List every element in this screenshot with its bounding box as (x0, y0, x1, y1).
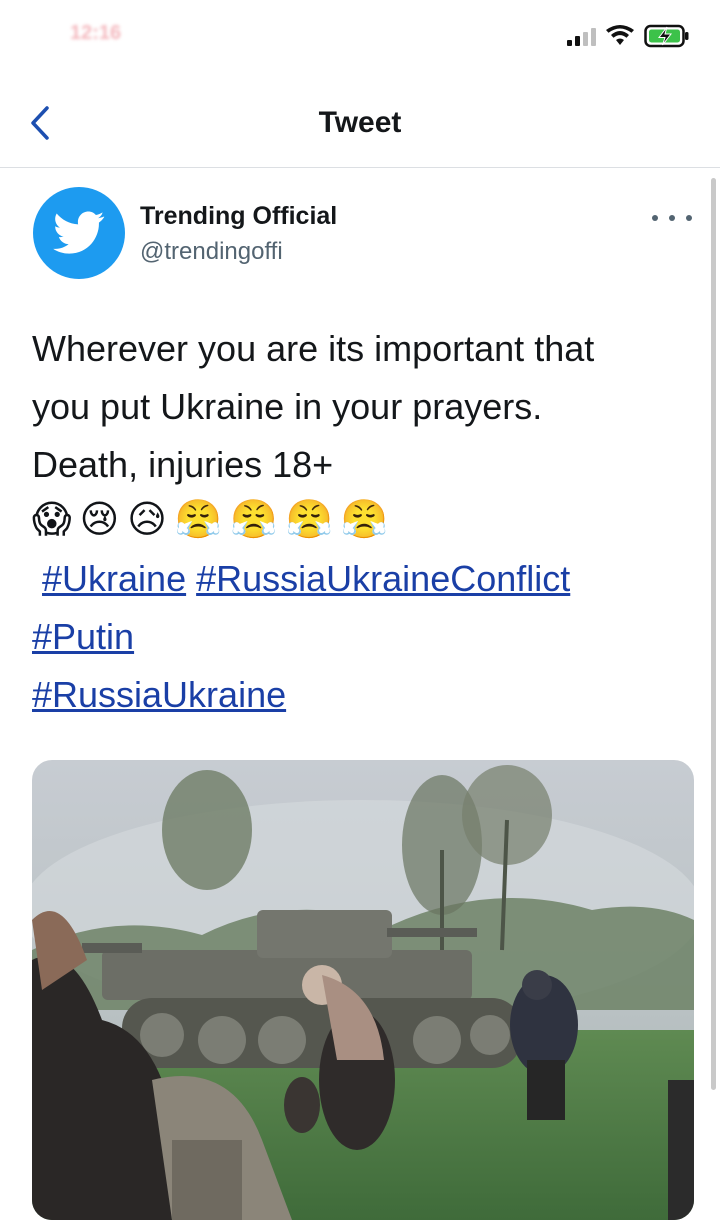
steam-face-emoji: 😤 (285, 497, 333, 541)
hashtag-russia-ukraine-conflict[interactable]: #RussiaUkraineConflict (196, 558, 570, 599)
hashtag-ukraine[interactable]: #Ukraine (42, 558, 186, 599)
twitter-bird-icon (53, 211, 105, 254)
hashtags: #Ukraine #RussiaUkraineConflict #Putin #… (32, 550, 692, 724)
status-icons (567, 24, 690, 48)
video-thumbnail-image (32, 760, 694, 1220)
tweet-text-line: you put Ukraine in your prayers. (32, 386, 543, 427)
more-horizontal-icon (652, 215, 658, 221)
wifi-icon (606, 25, 634, 45)
scroll-indicator[interactable] (711, 178, 716, 1090)
emoji-row: 😱 😢 😥 😤 😤 😤 😤 (32, 494, 388, 546)
screaming-face-emoji: 😱 (32, 497, 72, 541)
tweet-text-line: Death, injuries 18+ (32, 444, 334, 485)
status-bar: 12:16 (0, 0, 720, 70)
tweet-text-line: Wherever you are its important that (32, 328, 595, 369)
battery-charging-icon (644, 24, 689, 48)
tweet-text: Wherever you are its important that you … (32, 320, 692, 494)
avatar[interactable] (33, 187, 125, 279)
video-thumbnail[interactable] (32, 760, 694, 1220)
steam-face-emoji: 😤 (340, 497, 389, 541)
sad-relieved-face-emoji: 😥 (127, 497, 167, 541)
signal-icon (567, 26, 596, 46)
status-time: 12:16 (70, 22, 122, 44)
steam-face-emoji: 😤 (230, 497, 278, 541)
nav-bar: Tweet (0, 80, 720, 168)
author-name[interactable]: Trending Official (140, 202, 337, 231)
author-handle[interactable]: @trendingoffi (140, 238, 283, 266)
more-options-button[interactable] (652, 206, 692, 230)
crying-face-emoji: 😢 (79, 497, 120, 541)
hashtag-putin[interactable]: #Putin (32, 616, 134, 657)
steam-face-emoji: 😤 (174, 497, 223, 541)
hashtag-russia-ukraine[interactable]: #RussiaUkraine (32, 674, 286, 715)
page-title: Tweet (318, 106, 402, 139)
